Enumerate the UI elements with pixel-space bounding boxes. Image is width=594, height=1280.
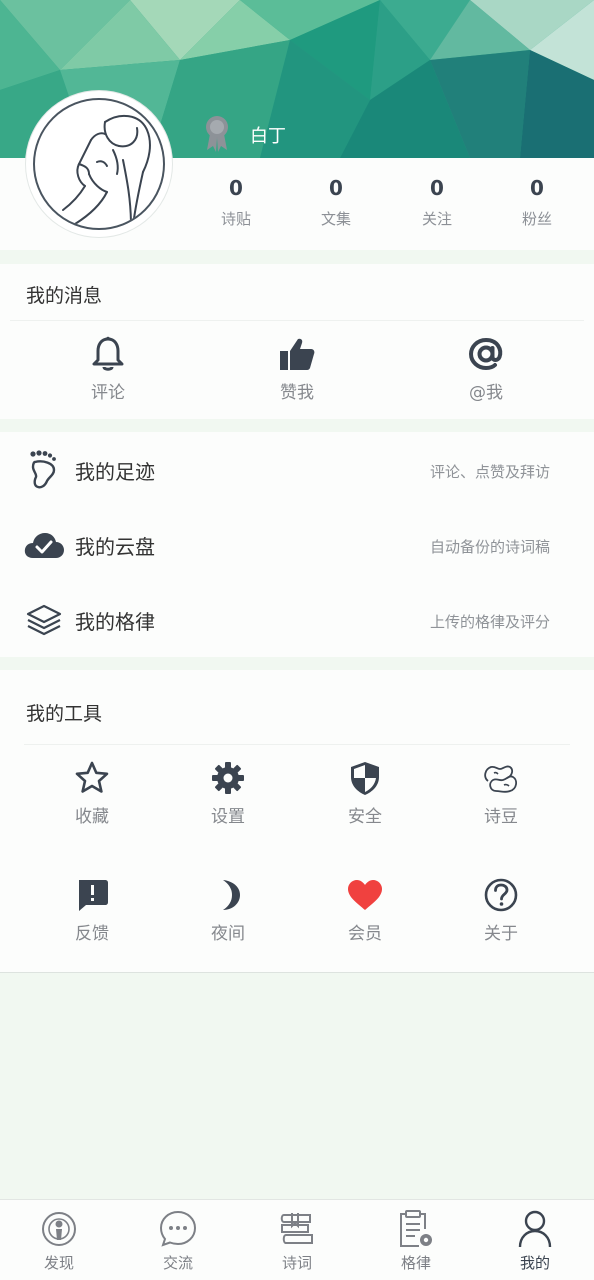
username[interactable]: 白丁 (250, 122, 286, 148)
nav-label: 交流 (162, 1254, 193, 1272)
menu-title: 我的格律 (75, 610, 155, 634)
menu-desc: 自动备份的诗词稿 (429, 538, 550, 556)
message-label: @我 (469, 383, 503, 403)
avatar[interactable] (26, 91, 172, 237)
stat-following[interactable]: 0 关注 (387, 174, 487, 229)
stat-label: 关注 (421, 210, 452, 228)
tool-favorites[interactable]: 收藏 (42, 758, 142, 827)
tool-label: 收藏 (75, 807, 109, 827)
tool-beans[interactable]: 诗豆 (451, 758, 551, 827)
tool-security[interactable]: 安全 (315, 758, 415, 827)
bottom-nav: 发现 交流 诗词 格律 我的 (0, 1199, 594, 1280)
tool-label: 诗豆 (484, 807, 518, 827)
nav-mine[interactable]: 我的 (476, 1208, 594, 1273)
messages-title: 我的消息 (26, 285, 103, 307)
heart-icon (345, 875, 385, 915)
menu-row-rhythm[interactable]: 我的格律 上传的格律及评分 (0, 582, 594, 657)
footprint-icon (24, 450, 64, 490)
tool-night-mode[interactable]: 夜间 (178, 875, 278, 944)
tool-label: 会员 (348, 924, 382, 944)
gear-icon (208, 758, 248, 798)
stat-label: 文集 (320, 210, 351, 228)
tool-label: 反馈 (75, 924, 109, 944)
layers-icon (24, 600, 64, 640)
divider (10, 320, 584, 321)
message-label: 赞我 (280, 383, 314, 403)
menu-row-cloud[interactable]: 我的云盘 自动备份的诗词稿 (0, 507, 594, 582)
stat-posts[interactable]: 0 诗贴 (186, 174, 286, 229)
tool-settings[interactable]: 设置 (178, 758, 278, 827)
star-icon (72, 758, 112, 798)
divider (24, 744, 570, 745)
messages-section: 我的消息 评论 赞我 @我 (0, 264, 594, 419)
at-icon (466, 334, 506, 374)
menu-desc: 评论、点赞及拜访 (429, 463, 550, 481)
menu-section: 我的足迹 评论、点赞及拜访 我的云盘 自动备份的诗词稿 我的格律 上传的格律及评… (0, 432, 594, 657)
scholar-portrait (62, 114, 151, 227)
stat-label: 粉丝 (521, 210, 552, 228)
rank-medal-icon (202, 114, 232, 154)
question-icon (481, 875, 521, 915)
stat-followers[interactable]: 0 粉丝 (487, 174, 587, 229)
books-icon (276, 1208, 318, 1250)
tools-title: 我的工具 (26, 703, 103, 725)
nav-discover[interactable]: 发现 (0, 1208, 118, 1273)
stat-value: 0 (229, 176, 243, 200)
stat-value: 0 (329, 176, 343, 200)
tool-label: 安全 (348, 807, 382, 827)
chat-icon (157, 1208, 199, 1250)
tool-feedback[interactable]: 反馈 (42, 875, 142, 944)
nav-label: 诗词 (281, 1254, 312, 1272)
tool-label: 关于 (484, 924, 518, 944)
thumbs-up-icon (277, 334, 317, 374)
beans-icon (481, 758, 521, 798)
discover-icon (38, 1208, 80, 1250)
nav-rhythm[interactable]: 格律 (357, 1208, 475, 1273)
nav-label: 格律 (400, 1254, 431, 1272)
cloud-check-icon (24, 525, 64, 565)
menu-row-footprints[interactable]: 我的足迹 评论、点赞及拜访 (0, 432, 594, 507)
avatar-image (33, 98, 165, 230)
message-likes[interactable]: 赞我 (247, 334, 347, 403)
tool-about[interactable]: 关于 (451, 875, 551, 944)
feedback-icon (72, 875, 112, 915)
tool-label: 设置 (211, 807, 245, 827)
menu-title: 我的足迹 (75, 460, 155, 484)
nav-poetry[interactable]: 诗词 (238, 1208, 356, 1273)
message-comments[interactable]: 评论 (58, 334, 158, 403)
shield-icon (345, 758, 385, 798)
tool-label: 夜间 (211, 924, 245, 944)
message-mentions[interactable]: @我 (436, 334, 536, 403)
stat-value: 0 (430, 176, 444, 200)
stat-collections[interactable]: 0 文集 (286, 174, 386, 229)
bell-icon (88, 334, 128, 374)
tool-membership[interactable]: 会员 (315, 875, 415, 944)
stat-value: 0 (530, 176, 544, 200)
clipboard-gear-icon (395, 1208, 437, 1250)
person-icon (514, 1208, 556, 1250)
menu-desc: 上传的格律及评分 (429, 613, 550, 631)
nav-chat[interactable]: 交流 (119, 1208, 237, 1273)
message-label: 评论 (91, 383, 125, 403)
menu-title: 我的云盘 (75, 535, 155, 559)
stat-label: 诗贴 (220, 210, 251, 228)
nav-label: 我的 (519, 1254, 550, 1272)
tools-section: 我的工具 收藏 设置 安全 诗豆 反馈 夜间 会员 关于 (0, 670, 594, 973)
nav-label: 发现 (43, 1254, 74, 1272)
moon-icon (208, 875, 248, 915)
